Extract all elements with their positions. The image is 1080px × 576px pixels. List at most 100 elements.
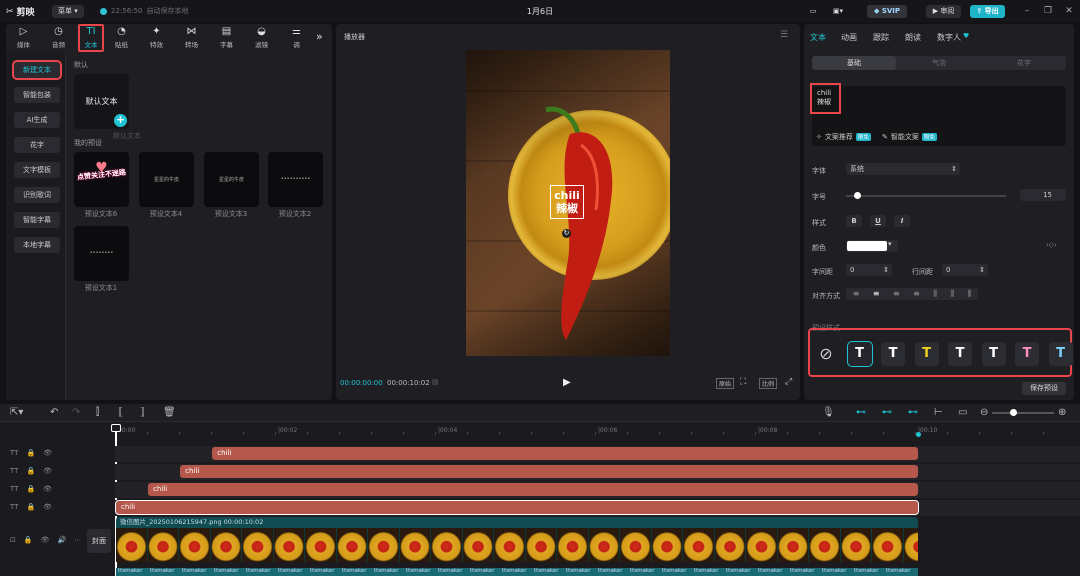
tab-sticker[interactable]: ◔ 贴纸 bbox=[104, 24, 139, 52]
menu-button[interactable]: 菜单 ▾ bbox=[52, 5, 84, 18]
text-clip[interactable]: chili bbox=[148, 483, 918, 496]
lock-icon[interactable]: 🔒 bbox=[26, 449, 35, 457]
tab-media[interactable]: ▷ 媒体 bbox=[6, 24, 41, 52]
segment-1[interactable]: 气泡 bbox=[897, 56, 981, 70]
preset-card[interactable]: ♥ 点赞关注不迷路 bbox=[74, 152, 129, 207]
sidebar-item-2[interactable]: AI生成 bbox=[14, 112, 60, 128]
save-preset-button[interactable]: 保存预设 bbox=[1022, 382, 1066, 395]
more-tabs-icon[interactable]: » bbox=[316, 30, 323, 43]
link-audio-icon[interactable]: ⊷ bbox=[882, 406, 892, 420]
eye-icon[interactable]: 👁 bbox=[43, 503, 52, 511]
size-slider-knob[interactable] bbox=[854, 192, 861, 199]
text-content-value[interactable]: chili 辣椒 bbox=[810, 83, 841, 114]
vertical-bottom-icon[interactable]: ⫼ bbox=[968, 288, 972, 300]
zoom-slider[interactable] bbox=[992, 412, 1054, 414]
ratio-button[interactable]: 比例 bbox=[759, 378, 778, 389]
tab-transition[interactable]: ⋈ 转场 bbox=[174, 24, 209, 52]
smart-copy-button[interactable]: ✎ 智能文案 限免 bbox=[882, 132, 937, 142]
tab-filter[interactable]: ◒ 滤镜 bbox=[244, 24, 279, 52]
tab-subtitle[interactable]: ▤ 字幕 bbox=[209, 24, 244, 52]
preset-style-2[interactable]: T bbox=[881, 342, 905, 366]
maximize-icon[interactable]: ❐ bbox=[1041, 4, 1055, 18]
video-clip-header[interactable]: 微信图片_20250106215947.png 00:00:10:02 bbox=[116, 517, 918, 528]
preset-style-4[interactable]: T bbox=[948, 342, 972, 366]
eye-icon[interactable]: 👁 bbox=[43, 485, 52, 493]
cover-button[interactable]: 封面 bbox=[87, 529, 111, 553]
lock-icon[interactable]: 🔒 bbox=[26, 467, 35, 475]
original-button[interactable]: 原始 bbox=[716, 378, 735, 389]
layout-icon[interactable]: ▭ bbox=[806, 5, 820, 18]
text-clip[interactable]: chili bbox=[115, 500, 919, 515]
link-main-icon[interactable]: ⊷ bbox=[856, 406, 866, 420]
inspector-tab-4[interactable]: 数字人 bbox=[937, 32, 961, 43]
zoom-slider-knob[interactable] bbox=[1010, 409, 1017, 416]
preset-style-1[interactable]: T bbox=[846, 341, 873, 367]
sidebar-item-6[interactable]: 智能字幕 bbox=[14, 212, 60, 228]
tab-text[interactable]: TI 文本 bbox=[78, 24, 104, 52]
lock-icon[interactable]: 🔒 bbox=[26, 485, 35, 493]
lock-icon[interactable]: 🔒 bbox=[26, 503, 35, 511]
segment-2[interactable]: 花字 bbox=[982, 56, 1066, 70]
sidebar-item-1[interactable]: 智能包装 bbox=[14, 87, 60, 103]
screen-icon[interactable]: ▭ bbox=[958, 406, 967, 420]
font-select[interactable]: 系统 ⇕ bbox=[846, 163, 960, 175]
inspector-tab-2[interactable]: 跟踪 bbox=[873, 32, 889, 43]
text-clip[interactable]: chili bbox=[180, 465, 918, 478]
playhead-handle[interactable] bbox=[111, 424, 121, 432]
justify-icon[interactable]: ≡ bbox=[913, 288, 920, 300]
size-input[interactable]: 15 bbox=[1020, 189, 1066, 201]
rotate-handle-icon[interactable]: ↻ bbox=[562, 229, 571, 238]
trim-left-icon[interactable]: ⟦ bbox=[118, 406, 123, 420]
fullscreen-icon[interactable]: ⤢ bbox=[785, 377, 792, 387]
color-picker[interactable]: ▾ bbox=[846, 240, 898, 252]
sidebar-item-4[interactable]: 文字模板 bbox=[14, 162, 60, 178]
fit-icon[interactable]: ⛶ bbox=[740, 377, 746, 387]
preset-card[interactable]: •••••••• bbox=[74, 226, 129, 281]
play-icon[interactable]: ▶ bbox=[563, 377, 571, 388]
more-icon[interactable]: ⋯ bbox=[74, 536, 81, 544]
select-tool-icon[interactable]: ⇱▾ bbox=[10, 406, 23, 420]
delete-icon[interactable]: 🗑 bbox=[163, 406, 176, 420]
microphone-icon[interactable]: 🎙 bbox=[822, 406, 835, 420]
link-track-icon[interactable]: ⊷ bbox=[908, 406, 918, 420]
italic-button[interactable]: I bbox=[894, 215, 910, 227]
vertical-middle-icon[interactable]: ⫼ bbox=[950, 288, 954, 300]
eye-icon[interactable]: 👁 bbox=[43, 467, 52, 475]
sidebar-item-3[interactable]: 花字 bbox=[14, 137, 60, 153]
tab-adjust[interactable]: ⚌ 调 bbox=[279, 24, 314, 52]
text-clip[interactable]: chili bbox=[212, 447, 918, 460]
sidebar-item-7[interactable]: 本地字幕 bbox=[14, 237, 60, 253]
spacing-input[interactable]: 0 ⇕ bbox=[846, 264, 892, 276]
redo-icon[interactable]: ↷ bbox=[72, 406, 80, 420]
align-left-icon[interactable]: ≡ bbox=[853, 288, 860, 300]
inspector-tab-0[interactable]: 文本 bbox=[810, 32, 826, 43]
trim-right-icon[interactable]: ⟧ bbox=[140, 406, 145, 420]
review-button[interactable]: ▶ 审阅 bbox=[926, 5, 961, 18]
timecode-grid-icon[interactable]: ▤ bbox=[432, 378, 439, 386]
vertical-top-icon[interactable]: ⫼ bbox=[933, 288, 937, 300]
player-menu-icon[interactable]: ☰ bbox=[780, 30, 788, 40]
preview-axis-icon[interactable]: ⊢ bbox=[934, 406, 943, 420]
sidebar-item-0[interactable]: 新建文本 bbox=[12, 60, 62, 80]
underline-button[interactable]: U bbox=[870, 215, 886, 227]
preset-style-5[interactable]: T bbox=[981, 342, 1006, 366]
monitor-icon[interactable]: ▣▾ bbox=[826, 5, 850, 18]
preset-card[interactable]: •••••••••• bbox=[268, 152, 323, 207]
inspector-tab-3[interactable]: 朗读 bbox=[905, 32, 921, 43]
preset-card[interactable]: 星星的牛皮 bbox=[139, 152, 194, 207]
inspector-tab-1[interactable]: 动画 bbox=[841, 32, 857, 43]
lock-icon[interactable]: 🔒 bbox=[24, 536, 33, 544]
audio-clip[interactable]: ttsmaker ttsmaker ttsmaker ttsmaker ttsmaker… bbox=[116, 568, 918, 576]
size-slider[interactable] bbox=[846, 195, 1006, 197]
sidebar-item-5[interactable]: 识别歌词 bbox=[14, 187, 60, 203]
add-icon[interactable]: + bbox=[114, 114, 127, 127]
align-center-icon[interactable]: ≡ bbox=[873, 288, 880, 300]
undo-icon[interactable]: ↶ bbox=[50, 406, 58, 420]
segment-0[interactable]: 基础 bbox=[812, 56, 896, 70]
preset-style-0[interactable]: ⊘ bbox=[814, 342, 838, 366]
svip-button[interactable]: ◆ SVIP bbox=[867, 5, 907, 18]
keyframe-icon[interactable]: ‹◇› bbox=[1046, 241, 1057, 249]
preset-card[interactable]: 星星的牛皮 bbox=[204, 152, 259, 207]
export-button[interactable]: ⇪ 导出 bbox=[970, 5, 1005, 18]
text-overlay-box[interactable]: chili 辣椒 bbox=[550, 185, 584, 219]
